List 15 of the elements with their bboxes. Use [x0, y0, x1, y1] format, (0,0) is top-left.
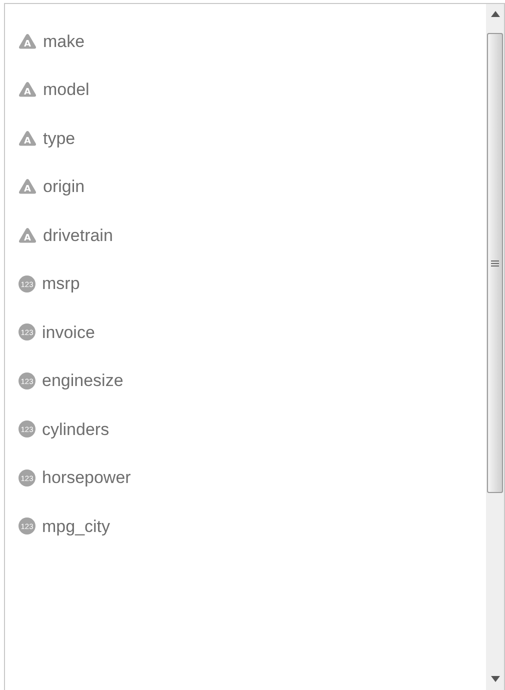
field-list-item[interactable]: A type [18, 114, 486, 162]
text-type-icon: A [18, 130, 37, 147]
scroll-up-arrow-icon[interactable] [490, 11, 500, 17]
text-type-icon: A [18, 81, 37, 98]
scroll-down-arrow-icon[interactable] [490, 676, 500, 682]
text-type-icon: A [18, 226, 37, 244]
scrollbar-thumb[interactable] [487, 33, 503, 493]
text-type-icon: A [18, 32, 37, 50]
field-list-item[interactable]: A make [18, 17, 486, 66]
grip-icon [491, 260, 499, 266]
field-list-item[interactable]: A origin [18, 162, 486, 211]
field-list-item[interactable]: A model [18, 66, 486, 114]
text-type-icon: A [18, 178, 37, 196]
field-list-item[interactable]: A drivetrain [18, 211, 486, 260]
scrollbar[interactable] [486, 4, 504, 690]
